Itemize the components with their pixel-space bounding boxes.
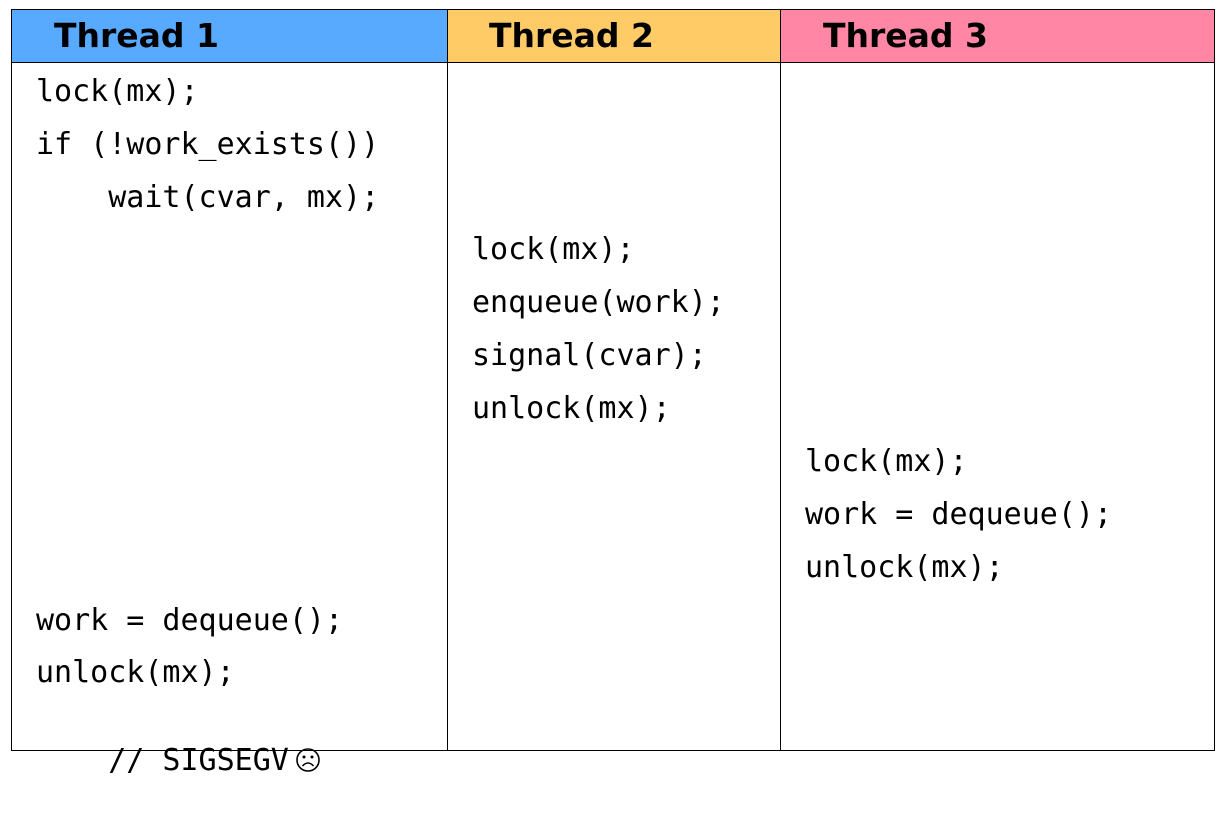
thread-1-line-4: work = dequeue(); (36, 603, 344, 638)
thread-3-line-2: work = dequeue(); (805, 497, 1113, 532)
column-divider-1 (447, 10, 448, 750)
thread-3-header: Thread 3 (781, 10, 1214, 63)
thread-1-title: Thread 1 (54, 16, 219, 55)
thread-3-line-3: unlock(mx); (805, 550, 1004, 585)
frown-face-icon (295, 746, 321, 782)
thread-2-header: Thread 2 (448, 10, 781, 63)
thread-2-line-2: enqueue(work); (472, 285, 725, 320)
thread-2-title: Thread 2 (489, 16, 654, 55)
thread-3-line-1: lock(mx); (805, 444, 968, 479)
thread-1-line-3: wait(cvar, mx); (36, 180, 380, 215)
thread-interleaving-table: Thread 1 Thread 2 Thread 3 lock(mx); if … (11, 9, 1215, 778)
thread-1-line-2: if (!work_exists()) (36, 127, 380, 162)
thread-2-line-4: unlock(mx); (472, 391, 671, 426)
column-divider-2 (780, 10, 781, 750)
thread-1-line-6: // SIGSEGV (36, 707, 321, 818)
thread-1-header: Thread 1 (12, 10, 448, 63)
sigsegv-comment: // SIGSEGV (108, 743, 289, 778)
thread-1-line-1: lock(mx); (36, 74, 199, 109)
thread-2-line-1: lock(mx); (472, 232, 635, 267)
thread-2-line-3: signal(cvar); (472, 338, 707, 373)
thread-3-title: Thread 3 (823, 16, 988, 55)
thread-1-line-5: unlock(mx); (36, 655, 235, 690)
